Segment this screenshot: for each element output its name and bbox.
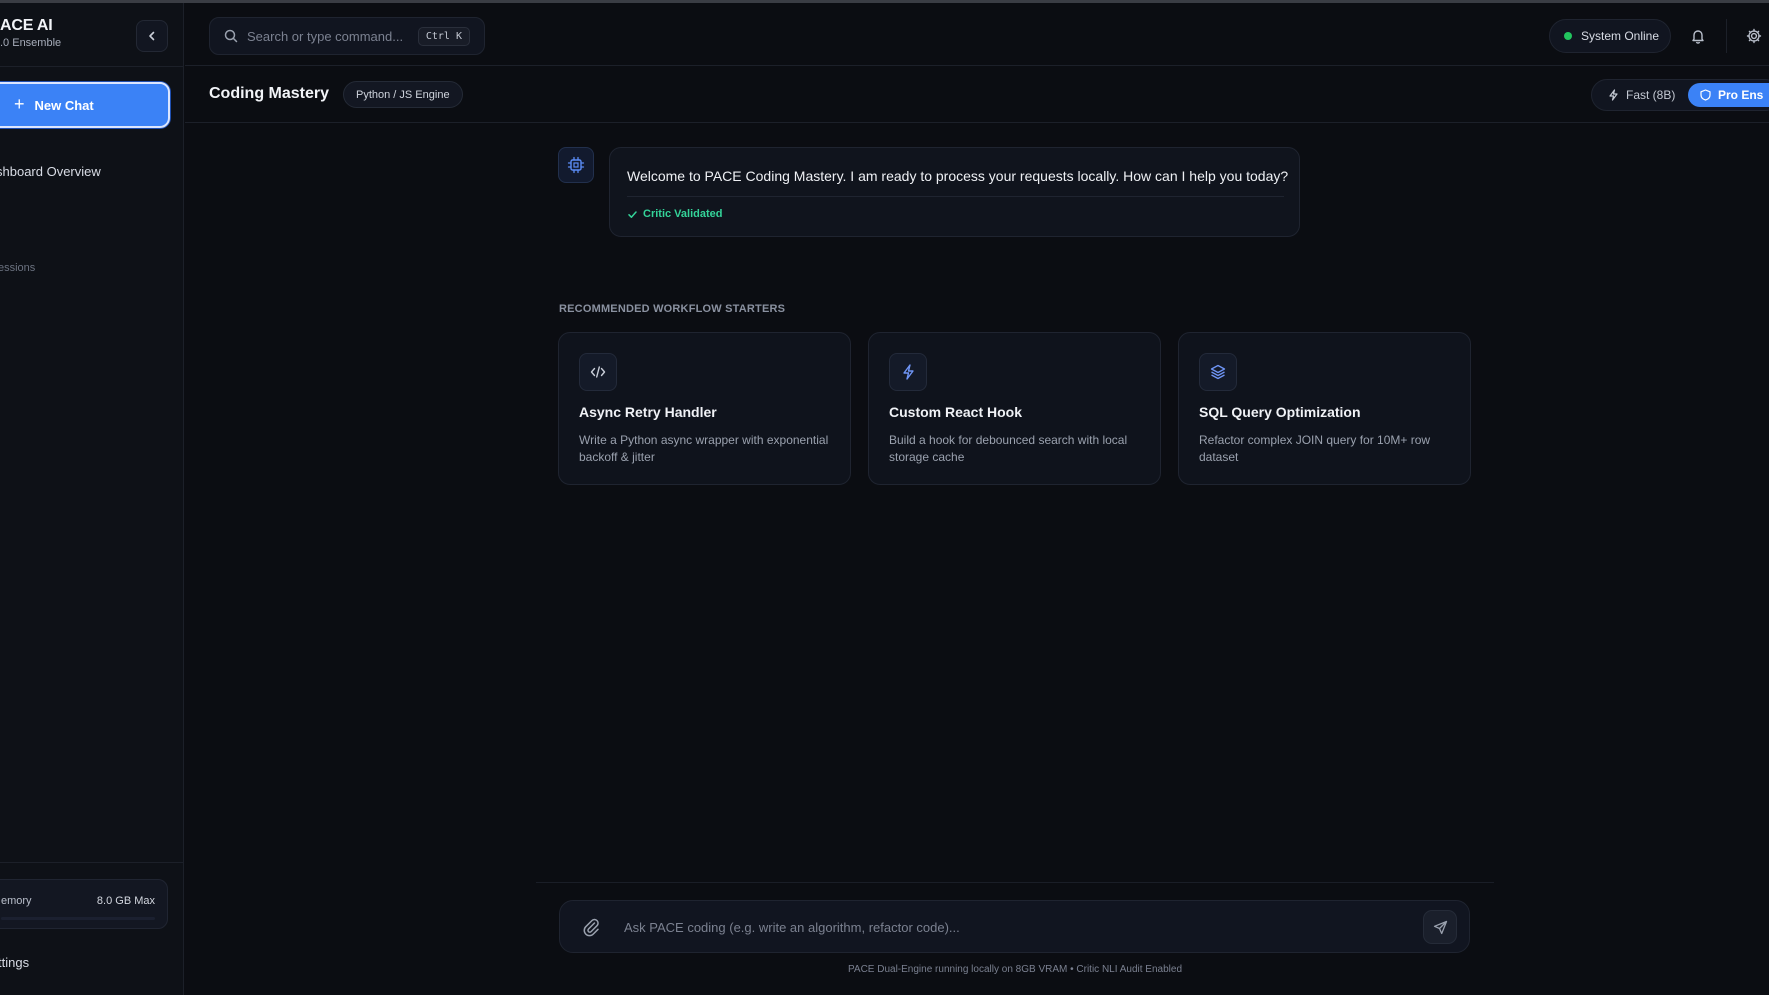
- app-window: ACE AI .0 Ensemble + New Chat shboard Ov…: [0, 0, 1769, 995]
- lightning-icon: [1609, 89, 1618, 101]
- mode-pro-label: Pro Ens: [1718, 88, 1764, 102]
- new-chat-button[interactable]: + New Chat: [0, 82, 170, 128]
- layers-icon: [1210, 364, 1226, 380]
- assistant-message: Welcome to PACE Coding Mastery. I am rea…: [609, 147, 1300, 237]
- validated-label: Critic Validated: [643, 208, 723, 220]
- chevron-left-icon: [149, 31, 155, 41]
- brand: ACE AI .0 Ensemble: [0, 17, 61, 49]
- sidebar: ACE AI .0 Ensemble + New Chat shboard Ov…: [0, 3, 184, 995]
- status-dot: [1564, 32, 1572, 40]
- memory-indicator: emory 8.0 GB Max: [0, 879, 168, 929]
- bell-icon: [1692, 30, 1704, 44]
- check-icon: [628, 210, 637, 218]
- collapse-sidebar-button[interactable]: [136, 20, 168, 52]
- memory-label: emory: [1, 895, 32, 907]
- shield-icon: [1700, 89, 1711, 101]
- code-icon: [590, 366, 606, 378]
- starter-icon-box: [579, 353, 617, 391]
- starter-card-react-hook[interactable]: Custom React Hook Build a hook for debou…: [868, 332, 1161, 485]
- notifications-button[interactable]: [1681, 19, 1715, 53]
- bot-avatar: [558, 147, 594, 183]
- brand-subtitle: .0 Ensemble: [0, 37, 62, 49]
- message-text: Welcome to PACE Coding Mastery. I am rea…: [627, 168, 1289, 184]
- footer-note: PACE Dual-Engine running locally on 8GB …: [847, 964, 1183, 975]
- mode-pro-button[interactable]: Pro Ens: [1688, 83, 1769, 107]
- starter-description: Refactor complex JOIN query for 10M+ row…: [1199, 433, 1431, 464]
- plus-icon: +: [14, 93, 25, 114]
- starter-description: Write a Python async wrapper with expone…: [579, 433, 829, 464]
- engine-badge: Python / JS Engine: [343, 81, 463, 108]
- starter-description: Build a hook for debounced search with l…: [889, 433, 1128, 464]
- memory-value: 8.0 GB Max: [96, 895, 155, 907]
- brand-name: ACE AI: [0, 17, 53, 34]
- sidebar-section-sessions: essions: [0, 262, 36, 274]
- starter-icon-box: [889, 353, 927, 391]
- mode-fast-button[interactable]: Fast (8B): [1598, 83, 1685, 107]
- settings-button[interactable]: [1737, 19, 1769, 53]
- status-label: System Online: [1581, 29, 1660, 43]
- mode-fast-label: Fast (8B): [1626, 88, 1676, 102]
- cpu-icon: [567, 156, 585, 174]
- starter-icon-box: [1199, 353, 1237, 391]
- chat-input[interactable]: [624, 916, 1384, 938]
- composer-divider: [536, 882, 1494, 883]
- top-header: Ctrl K System Online: [185, 3, 1769, 66]
- composer: [559, 900, 1470, 953]
- sidebar-divider: [0, 66, 184, 67]
- send-icon: [1433, 920, 1447, 934]
- header-divider: [1726, 19, 1727, 53]
- model-mode-switch: Fast (8B) Pro Ens: [1591, 79, 1769, 111]
- sidebar-bottom-divider: [0, 862, 184, 863]
- lightning-icon: [902, 364, 914, 380]
- search-shortcut: Ctrl K: [417, 27, 470, 46]
- search-icon: [224, 29, 238, 43]
- starter-card-sql-optimization[interactable]: SQL Query Optimization Refactor complex …: [1178, 332, 1471, 485]
- system-status-badge: System Online: [1549, 19, 1671, 53]
- critic-validated-badge: Critic Validated: [627, 208, 722, 220]
- search-input[interactable]: [247, 28, 417, 44]
- page-header: Coding Mastery Python / JS Engine Fast (…: [185, 67, 1769, 123]
- sidebar-item-dashboard[interactable]: shboard Overview: [0, 164, 101, 179]
- starter-title: Custom React Hook: [889, 404, 1023, 420]
- starter-title: SQL Query Optimization: [1199, 404, 1361, 420]
- message-divider: [627, 196, 1284, 197]
- search-box[interactable]: Ctrl K: [209, 17, 485, 55]
- memory-bar: [1, 917, 155, 920]
- page-title: Coding Mastery: [209, 85, 330, 102]
- new-chat-label: New Chat: [34, 97, 94, 113]
- gear-icon: [1746, 28, 1762, 44]
- starters-section-label: RECOMMENDED WORKFLOW STARTERS: [559, 303, 786, 315]
- paperclip-icon[interactable]: [582, 917, 600, 937]
- starter-card-async-retry[interactable]: Async Retry Handler Write a Python async…: [558, 332, 851, 485]
- starter-title: Async Retry Handler: [579, 404, 717, 420]
- send-button[interactable]: [1423, 910, 1457, 944]
